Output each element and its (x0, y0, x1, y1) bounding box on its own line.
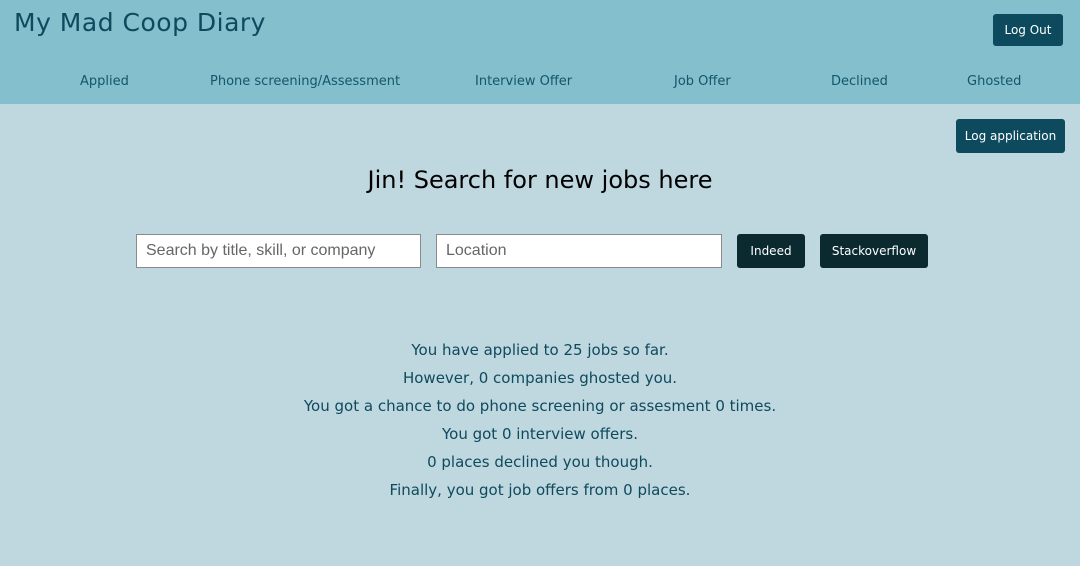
nav-item-job-offer[interactable]: Job Offer (674, 74, 731, 89)
stat-ghosted: However, 0 companies ghosted you. (402, 369, 678, 387)
nav-item-interview-offer[interactable]: Interview Offer (475, 74, 572, 89)
header-bar: My Mad Coop Diary Log Out Applied Phone … (0, 0, 1080, 104)
nav-item-phone-screening[interactable]: Phone screening/Assessment (210, 74, 400, 89)
app-title: My Mad Coop Diary (14, 8, 266, 37)
stat-interview-offers: You got 0 interview offers. (441, 425, 639, 443)
location-input[interactable] (436, 234, 722, 268)
search-heading: Jin! Search for new jobs here (367, 166, 713, 194)
stat-declined: 0 places declined you though. (427, 453, 653, 471)
stat-job-offers: Finally, you got job offers from 0 place… (389, 481, 691, 499)
indeed-search-button[interactable]: Indeed (737, 234, 805, 268)
job-search-input[interactable] (136, 234, 421, 268)
application-stats: You have applied to 25 jobs so far. Howe… (0, 336, 1080, 504)
log-application-button[interactable]: Log application (956, 119, 1065, 153)
nav-item-applied[interactable]: Applied (80, 74, 129, 89)
stackoverflow-search-button[interactable]: Stackoverflow (820, 234, 928, 268)
logout-button[interactable]: Log Out (993, 14, 1063, 46)
nav-item-ghosted[interactable]: Ghosted (967, 74, 1021, 89)
stat-applied: You have applied to 25 jobs so far. (411, 341, 669, 359)
stat-phone-screening: You got a chance to do phone screening o… (303, 397, 777, 415)
nav-item-declined[interactable]: Declined (831, 74, 888, 89)
